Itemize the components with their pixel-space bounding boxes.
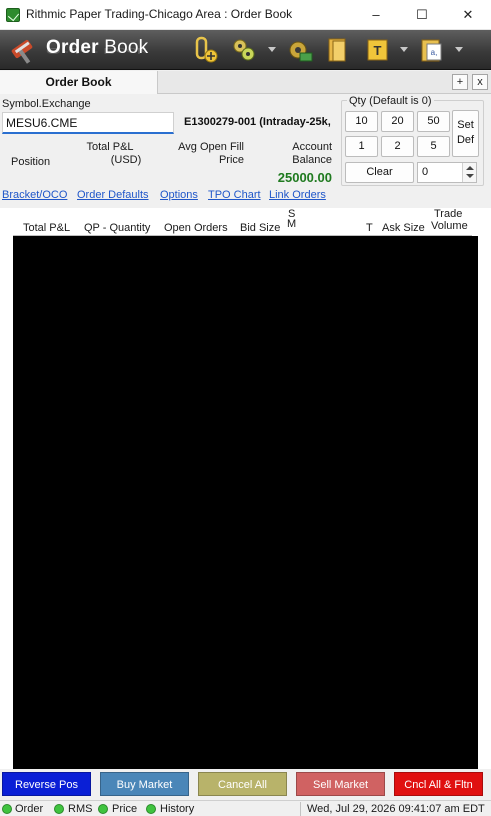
set-default-label-2: Def <box>456 134 475 146</box>
qty-5-button[interactable]: 5 <box>417 136 450 157</box>
qty-clear-button[interactable]: Clear <box>345 162 414 183</box>
col-qp-quantity[interactable]: QP - Quantity <box>84 222 150 234</box>
sell-market-button[interactable]: Sell Market <box>296 772 385 796</box>
title-bar: Rithmic Paper Trading-Chicago Area : Ord… <box>0 0 491 30</box>
order-book-logo-icon <box>11 39 33 64</box>
text-dropdown-icon[interactable] <box>400 47 408 52</box>
logo-reflection: Order Book <box>46 45 147 55</box>
toolbar: Order Book Order Book T a, <box>0 30 491 70</box>
close-button[interactable]: ✕ <box>445 0 491 30</box>
qty-title: Qty (Default is 0) <box>347 95 434 107</box>
avg-open-fill-label: Avg Open Fill <box>178 141 244 153</box>
status-rms: RMS <box>68 803 93 815</box>
qty-1-button[interactable]: 1 <box>345 136 378 157</box>
svg-text:T: T <box>374 43 382 58</box>
panel-header: Order Book + x <box>0 71 491 94</box>
close-panel-button[interactable]: x <box>472 74 488 90</box>
maximize-button[interactable]: ☐ <box>399 0 445 30</box>
status-datetime: Wed, Jul 29, 2026 09:41:07 am EDT <box>307 803 485 815</box>
qty-50-button[interactable]: 50 <box>417 111 450 132</box>
status-order: Order <box>15 803 44 815</box>
qty-spinner[interactable]: 0 <box>417 162 477 183</box>
spinner-down-icon[interactable] <box>466 174 474 178</box>
col-total-pnl[interactable]: Total P&L <box>23 222 70 234</box>
qty-2-button[interactable]: 2 <box>381 136 414 157</box>
col-volume[interactable]: Volume <box>431 220 468 232</box>
app-icon <box>6 8 20 22</box>
text-icon[interactable]: T <box>363 35 393 65</box>
cancel-all-button[interactable]: Cancel All <box>198 772 287 796</box>
grid-header-corner <box>472 208 478 236</box>
link-tpo-chart[interactable]: TPO Chart <box>208 189 261 201</box>
total-pnl-unit-label: (USD) <box>110 154 142 166</box>
account-selector[interactable]: E1300279-001 (Intraday-25k, <box>184 116 336 128</box>
col-open-orders[interactable]: Open Orders <box>164 222 228 234</box>
account-balance-label-2: Balance <box>292 154 332 166</box>
status-history: History <box>160 803 195 815</box>
folder-icon[interactable] <box>323 35 353 65</box>
link-bracket-oco[interactable]: Bracket/OCO <box>2 189 67 201</box>
status-bar: Order RMS Price History Wed, Jul 29, 202… <box>0 800 491 816</box>
status-price: Price <box>112 803 138 815</box>
add-order-icon[interactable] <box>190 35 220 65</box>
col-trade[interactable]: Trade <box>434 208 462 220</box>
link-options[interactable]: Options <box>160 189 198 201</box>
grid-right-gutter <box>478 208 491 769</box>
qty-spinner-arrows[interactable] <box>462 163 476 182</box>
clipboard-icon[interactable]: a, <box>417 35 447 65</box>
col-bid-size[interactable]: Bid Size <box>240 222 280 234</box>
set-default-label-1: Set <box>457 119 474 131</box>
rms-status-icon <box>54 804 64 814</box>
spinner-up-icon[interactable] <box>466 166 474 170</box>
price-ladder-grid[interactable] <box>13 236 478 769</box>
grid-left-gutter <box>0 208 13 769</box>
minimize-button[interactable]: – <box>353 0 399 30</box>
col-ask-size[interactable]: Ask Size <box>382 222 425 234</box>
account-balance-value: 25000.00 <box>277 170 332 185</box>
order-status-icon <box>2 804 12 814</box>
position-label: Position <box>11 156 51 168</box>
qty-spinner-value: 0 <box>422 166 429 178</box>
window-title: Rithmic Paper Trading-Chicago Area : Ord… <box>26 7 293 21</box>
set-default-button[interactable]: Set Def <box>452 110 479 157</box>
avg-open-fill-price-label: Price <box>218 154 244 166</box>
svg-text:a,: a, <box>431 48 438 57</box>
connect-icon[interactable] <box>229 35 259 65</box>
reverse-pos-button[interactable]: Reverse Pos <box>2 772 91 796</box>
account-balance-label: Account <box>292 141 332 153</box>
buy-market-button[interactable]: Buy Market <box>100 772 189 796</box>
link-order-defaults[interactable]: Order Defaults <box>77 189 149 201</box>
qty-10-button[interactable]: 10 <box>345 111 378 132</box>
link-link-orders[interactable]: Link Orders <box>269 189 326 201</box>
clipboard-dropdown-icon[interactable] <box>455 47 463 52</box>
history-status-icon <box>146 804 156 814</box>
symbol-exchange-label: Symbol.Exchange <box>2 98 91 110</box>
price-status-icon <box>98 804 108 814</box>
tab-order-book[interactable]: Order Book <box>0 71 158 94</box>
add-panel-button[interactable]: + <box>452 74 468 90</box>
settings-icon[interactable] <box>284 35 314 65</box>
status-separator <box>300 802 301 816</box>
col-t[interactable]: T <box>366 222 373 234</box>
cancel-all-flatten-button[interactable]: Cncl All & Fltn <box>394 772 483 796</box>
total-pnl-label: Total P&L <box>86 141 134 153</box>
symbol-input[interactable]: MESU6.CME <box>2 112 174 134</box>
col-m[interactable]: M <box>287 218 296 230</box>
qty-20-button[interactable]: 20 <box>381 111 414 132</box>
connect-dropdown-icon[interactable] <box>268 47 276 52</box>
grid-header: Total P&L QP - Quantity Open Orders Bid … <box>13 208 472 236</box>
action-button-row: Reverse Pos Buy Market Cancel All Sell M… <box>0 769 491 799</box>
order-book-window: Rithmic Paper Trading-Chicago Area : Ord… <box>0 0 491 816</box>
